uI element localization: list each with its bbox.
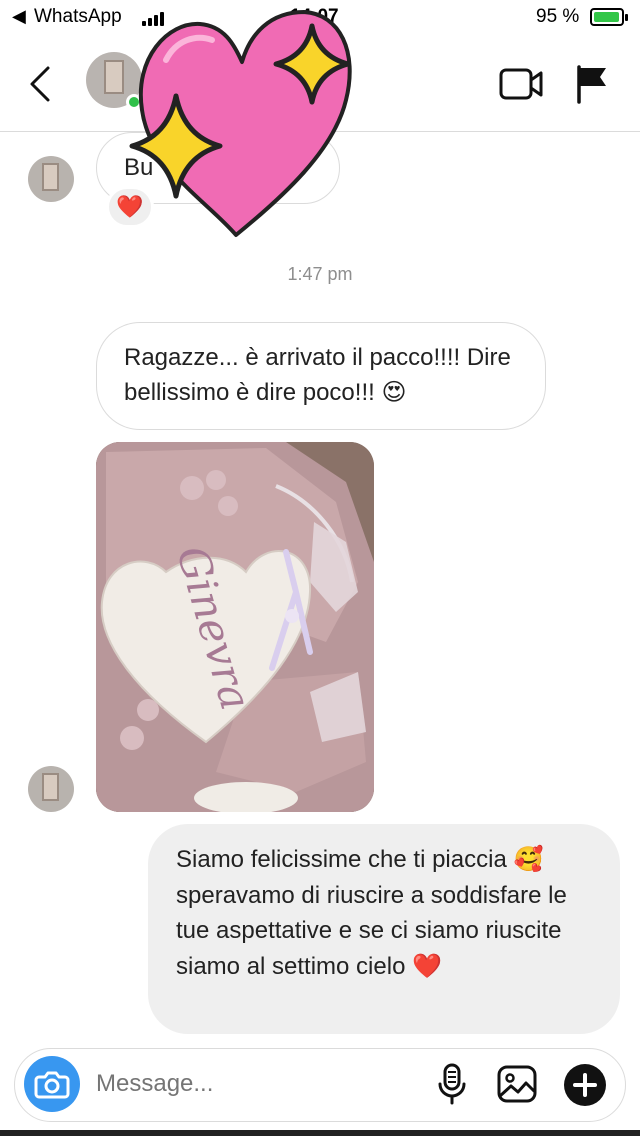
- flag-icon[interactable]: [574, 64, 610, 104]
- microphone-icon[interactable]: [436, 1062, 468, 1106]
- sparkling-heart-sticker: [129, 10, 352, 237]
- message-timestamp: 1:47 pm: [287, 264, 353, 284]
- back-to-app-arrow-icon[interactable]: ◀: [12, 6, 26, 27]
- message-text: Ragazze... è arrivato il pacco!!!! Dire …: [124, 344, 511, 406]
- battery-charging-icon: [590, 8, 628, 26]
- battery-percent: 95 %: [536, 6, 580, 27]
- message-input[interactable]: [96, 1066, 416, 1102]
- chevron-left-icon[interactable]: [26, 64, 56, 104]
- home-indicator: [0, 1130, 640, 1136]
- back-to-app-label[interactable]: WhatsApp: [34, 6, 122, 28]
- avatar[interactable]: [28, 156, 74, 202]
- camera-icon: [34, 1071, 70, 1099]
- plus-circle-icon[interactable]: [564, 1064, 606, 1106]
- photo-embroidered-heart: Ginevra: [96, 442, 374, 812]
- battery-fill: [594, 12, 619, 22]
- video-call-icon[interactable]: [498, 66, 544, 102]
- photo-message[interactable]: Ginevra: [96, 442, 374, 812]
- avatar[interactable]: [28, 766, 74, 812]
- camera-button[interactable]: [24, 1056, 80, 1112]
- message-text: Siamo felicissime che ti piaccia 🥰 spera…: [176, 846, 567, 980]
- gallery-icon[interactable]: [496, 1064, 538, 1104]
